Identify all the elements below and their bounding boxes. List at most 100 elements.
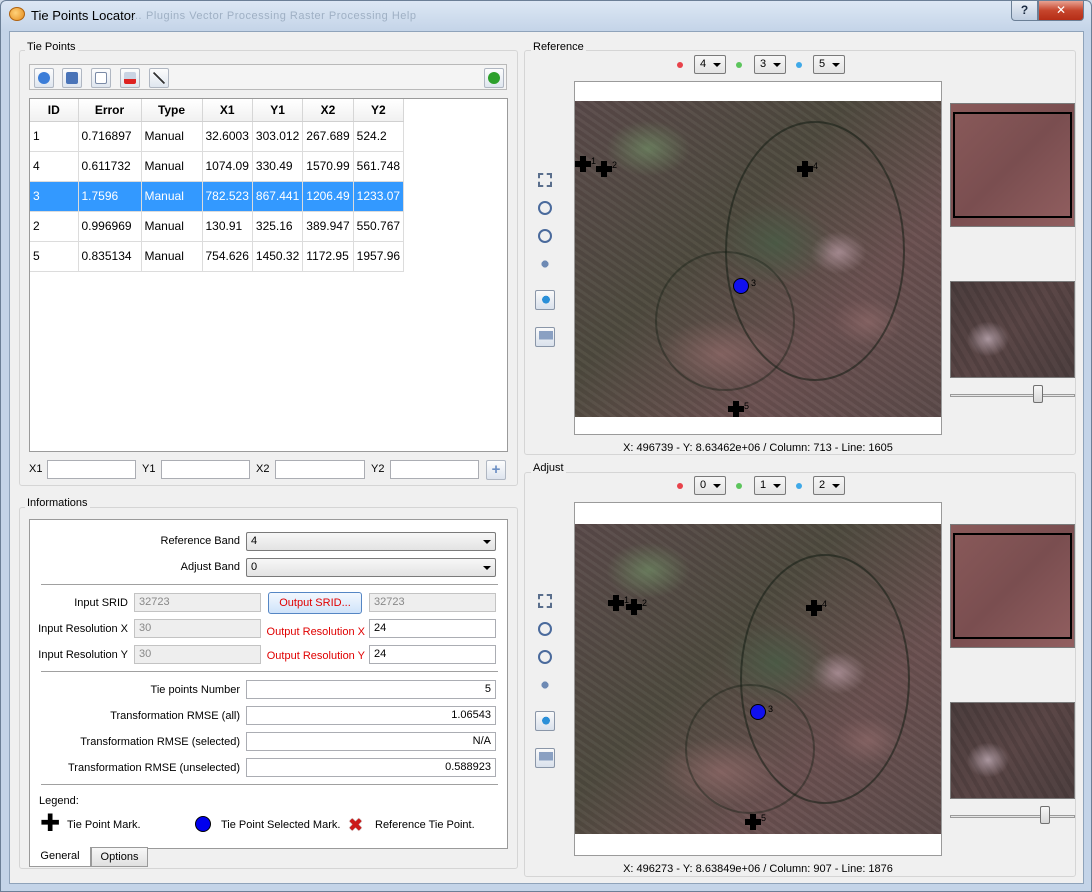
- zoom-extent-button[interactable]: [535, 170, 555, 190]
- adjust-green-band-select[interactable]: 1: [754, 476, 786, 495]
- reference-blue-band-select[interactable]: 5: [813, 55, 845, 74]
- y2-label: Y2: [371, 463, 385, 475]
- adjust-band-select[interactable]: 0: [246, 558, 496, 577]
- adjust-map-canvas[interactable]: 1 2 3 4 5: [574, 502, 942, 856]
- cell-x2: 1570.99: [302, 151, 354, 182]
- add-tie-point-tool-button[interactable]: [535, 290, 555, 310]
- reference-band-select[interactable]: 4: [246, 532, 496, 551]
- refresh-button[interactable]: [34, 68, 54, 88]
- reference-zoom-slider[interactable]: [950, 385, 1075, 403]
- help-button[interactable]: ?: [1011, 1, 1038, 21]
- tie-points-table[interactable]: ID Error Type X1 Y1 X2 Y2 1 0.716897 Manua…: [29, 98, 508, 452]
- table-row[interactable]: 2 0.996969 Manual 130.91 325.16 389.947 550.76…: [30, 211, 405, 242]
- adjust-red-band-select[interactable]: 0: [694, 476, 726, 495]
- tie-point-mark[interactable]: [626, 599, 642, 615]
- column-header-error[interactable]: Error: [78, 99, 142, 122]
- reference-overview-thumbnail[interactable]: [950, 103, 1075, 227]
- adjust-overview-thumbnail[interactable]: [950, 524, 1075, 648]
- cell-id: 2: [30, 211, 79, 242]
- add-tie-point-button[interactable]: +: [486, 460, 506, 480]
- zoom-in-button[interactable]: [535, 198, 555, 218]
- tie-point-mark[interactable]: [806, 600, 822, 616]
- tie-point-mark[interactable]: [596, 161, 612, 177]
- unselect-all-button[interactable]: [91, 68, 111, 88]
- tie-point-selected-mark[interactable]: [733, 278, 749, 294]
- input-srid-field: 32723: [134, 593, 261, 612]
- band-value: 3: [760, 58, 767, 70]
- reference-zoom-thumbnail[interactable]: [950, 281, 1075, 378]
- pan-button[interactable]: [535, 254, 555, 274]
- table-row[interactable]: 4 0.611732 Manual 1074.09 330.49 1570.99 561.7…: [30, 151, 405, 182]
- column-header-y1[interactable]: Y1: [252, 99, 304, 122]
- blue-band-dot: [796, 62, 802, 68]
- river-feature: [685, 684, 815, 814]
- tie-point-mark[interactable]: [728, 401, 744, 417]
- tie-point-mark[interactable]: [575, 156, 591, 172]
- display-options-button[interactable]: [535, 327, 555, 347]
- reference-band-label: Reference Band: [160, 535, 241, 547]
- chevron-down-icon: [713, 484, 721, 488]
- x1-input[interactable]: [47, 460, 136, 479]
- pan-icon: [538, 678, 552, 692]
- adjust-zoom-slider[interactable]: [950, 806, 1075, 824]
- overview-extent-rect: [953, 112, 1072, 218]
- output-resolution-x-input[interactable]: 24: [369, 619, 496, 638]
- add-tie-point-tool-button[interactable]: [535, 711, 555, 731]
- column-header-type[interactable]: Type: [141, 99, 203, 122]
- red-band-dot: [677, 62, 683, 68]
- table-row[interactable]: 5 0.835134 Manual 754.626 1450.32 1172.95 1957…: [30, 241, 405, 272]
- close-button[interactable]: ✕: [1038, 1, 1084, 21]
- adjust-zoom-thumbnail[interactable]: [950, 702, 1075, 799]
- tie-point-mark[interactable]: [797, 161, 813, 177]
- separator: [41, 671, 498, 672]
- tie-point-mark[interactable]: [608, 595, 624, 611]
- slider-thumb[interactable]: [1033, 385, 1043, 403]
- tab-general[interactable]: General: [29, 847, 91, 867]
- rmse-all-field: 1.06543: [246, 706, 496, 725]
- y2-input[interactable]: [390, 460, 479, 479]
- tie-point-selected-mark[interactable]: [750, 704, 766, 720]
- select-all-button[interactable]: [62, 68, 82, 88]
- zoom-extent-button[interactable]: [535, 591, 555, 611]
- cell-y2: 524.2: [353, 121, 405, 152]
- tie-points-number-field: 5: [246, 680, 496, 699]
- reference-green-band-select[interactable]: 3: [754, 55, 786, 74]
- y1-input[interactable]: [161, 460, 250, 479]
- chevron-down-icon: [483, 540, 491, 544]
- table-row[interactable]: 3 1.7596 Manual 782.523 867.441 1206.49 1233.0…: [30, 181, 405, 212]
- cell-type: Manual: [141, 211, 203, 242]
- tab-options[interactable]: Options: [91, 847, 148, 867]
- tie-points-grid: ID Error Type X1 Y1 X2 Y2 1 0.716897 Manua…: [30, 99, 405, 272]
- display-options-button[interactable]: [535, 748, 555, 768]
- delete-points-button[interactable]: [120, 68, 140, 88]
- column-header-x1[interactable]: X1: [202, 99, 253, 122]
- table-row[interactable]: 1 0.716897 Manual 32.6003 303.012 267.689 524.…: [30, 121, 405, 152]
- column-header-x2[interactable]: X2: [302, 99, 354, 122]
- reference-red-band-select[interactable]: 4: [694, 55, 726, 74]
- checkmark-icon: [488, 72, 500, 84]
- zoom-out-button[interactable]: [535, 226, 555, 246]
- adjust-blue-band-select[interactable]: 2: [813, 476, 845, 495]
- tie-point-label: 5: [744, 401, 750, 411]
- column-header-id[interactable]: ID: [30, 99, 79, 122]
- pan-button[interactable]: [535, 675, 555, 695]
- output-srid-button[interactable]: Output SRID...: [268, 592, 362, 614]
- zoom-out-button[interactable]: [535, 647, 555, 667]
- cell-x1: 782.523: [202, 181, 253, 212]
- tie-point-mark[interactable]: [745, 814, 761, 830]
- title-bar[interactable]: Tie Points Locator … Plugins Vector Proc…: [1, 1, 1091, 29]
- monitor-icon: [539, 331, 553, 345]
- x2-input[interactable]: [275, 460, 365, 479]
- cell-x1: 1074.09: [202, 151, 253, 182]
- slider-thumb[interactable]: [1040, 806, 1050, 824]
- pan-icon: [538, 257, 552, 271]
- auto-acquire-button[interactable]: [149, 68, 169, 88]
- band-value: 2: [819, 479, 826, 491]
- cell-x2: 1172.95: [302, 241, 354, 272]
- column-header-y2[interactable]: Y2: [353, 99, 405, 122]
- reference-map-canvas[interactable]: 1 2 3 4 5: [574, 81, 942, 435]
- ok-button[interactable]: [484, 68, 504, 88]
- zoom-in-button[interactable]: [535, 619, 555, 639]
- separator: [41, 584, 498, 585]
- output-resolution-y-input[interactable]: 24: [369, 645, 496, 664]
